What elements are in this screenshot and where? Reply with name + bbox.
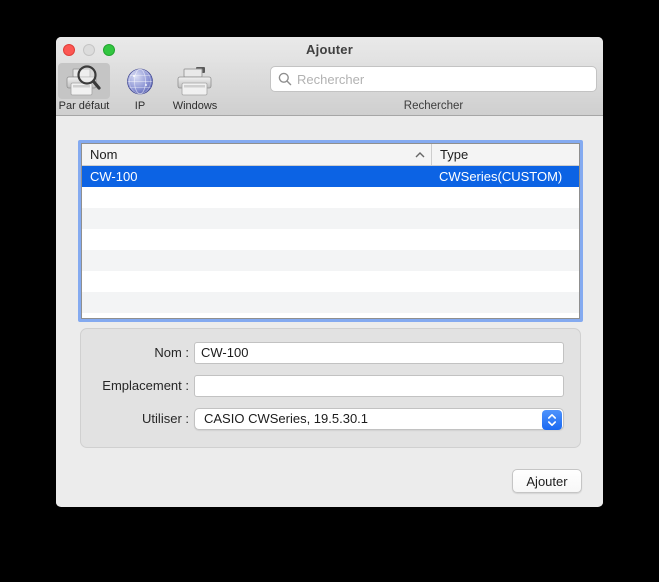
column-header-type[interactable]: Type [431,144,579,165]
add-printer-window: Ajouter Par défaut IP Windows Rechercher… [56,37,603,507]
titlebar: Ajouter [56,37,603,62]
nom-field[interactable] [194,341,564,364]
printer-icon [170,63,220,99]
search-group: Rechercher [270,66,597,112]
toolbar: Par défaut IP Windows Rechercher Recherc… [56,62,603,116]
globe-icon [120,63,160,99]
tab-ip-label: IP [134,100,146,112]
table-body[interactable]: CW-100 CWSeries(CUSTOM) [82,166,579,318]
emplacement-field[interactable] [194,374,564,397]
tab-ip[interactable]: IP [120,63,160,112]
table-row-empty [82,187,579,208]
close-button[interactable] [63,43,75,56]
table-row-empty [82,313,579,318]
utiliser-select[interactable]: CASIO CWSeries, 19.5.30.1 [194,407,564,430]
zoom-button[interactable] [103,43,115,56]
tab-par-defaut-label: Par défaut [58,100,110,112]
column-header-nom[interactable]: Nom [82,144,431,165]
chevron-up-down-icon [542,409,562,430]
search-caption: Rechercher [403,100,464,112]
traffic-lights [63,37,115,62]
emplacement-field-label: Emplacement : [102,378,189,393]
nom-field-label: Nom : [154,345,189,360]
table-row-empty [82,271,579,292]
tab-windows-label: Windows [172,100,218,112]
utiliser-field-label: Utiliser : [142,411,189,426]
table-row-empty [82,250,579,271]
table-row-empty [82,292,579,313]
sort-asc-icon [415,151,425,157]
table-row-empty [82,229,579,250]
cell-type: CWSeries(CUSTOM) [439,169,563,184]
window-title: Ajouter [306,42,353,57]
utiliser-select-value: CASIO CWSeries, 19.5.30.1 [204,411,369,426]
table-header: Nom Type [82,144,579,166]
printer-search-icon [58,63,110,99]
table-row-empty [82,208,579,229]
ajouter-button[interactable]: Ajouter [512,469,582,493]
tab-par-defaut[interactable]: Par défaut [58,63,110,112]
printer-detail-form: Nom : Emplacement : Utiliser : CASIO CWS… [80,328,581,448]
toolbar-tabs: Par défaut IP Windows [58,63,220,112]
printer-table: Nom Type CW-100 CWSeries(CUSTOM) [78,140,583,322]
tab-windows[interactable]: Windows [170,63,220,112]
content-area: Nom Type CW-100 CWSeries(CUSTOM) Nom: C… [56,116,603,506]
table-row-cw100[interactable]: CW-100 CWSeries(CUSTOM) [82,166,579,187]
search-input[interactable] [270,66,597,92]
search-icon [278,72,292,86]
cell-nom: CW-100 [90,169,138,184]
minimize-button [83,43,95,56]
